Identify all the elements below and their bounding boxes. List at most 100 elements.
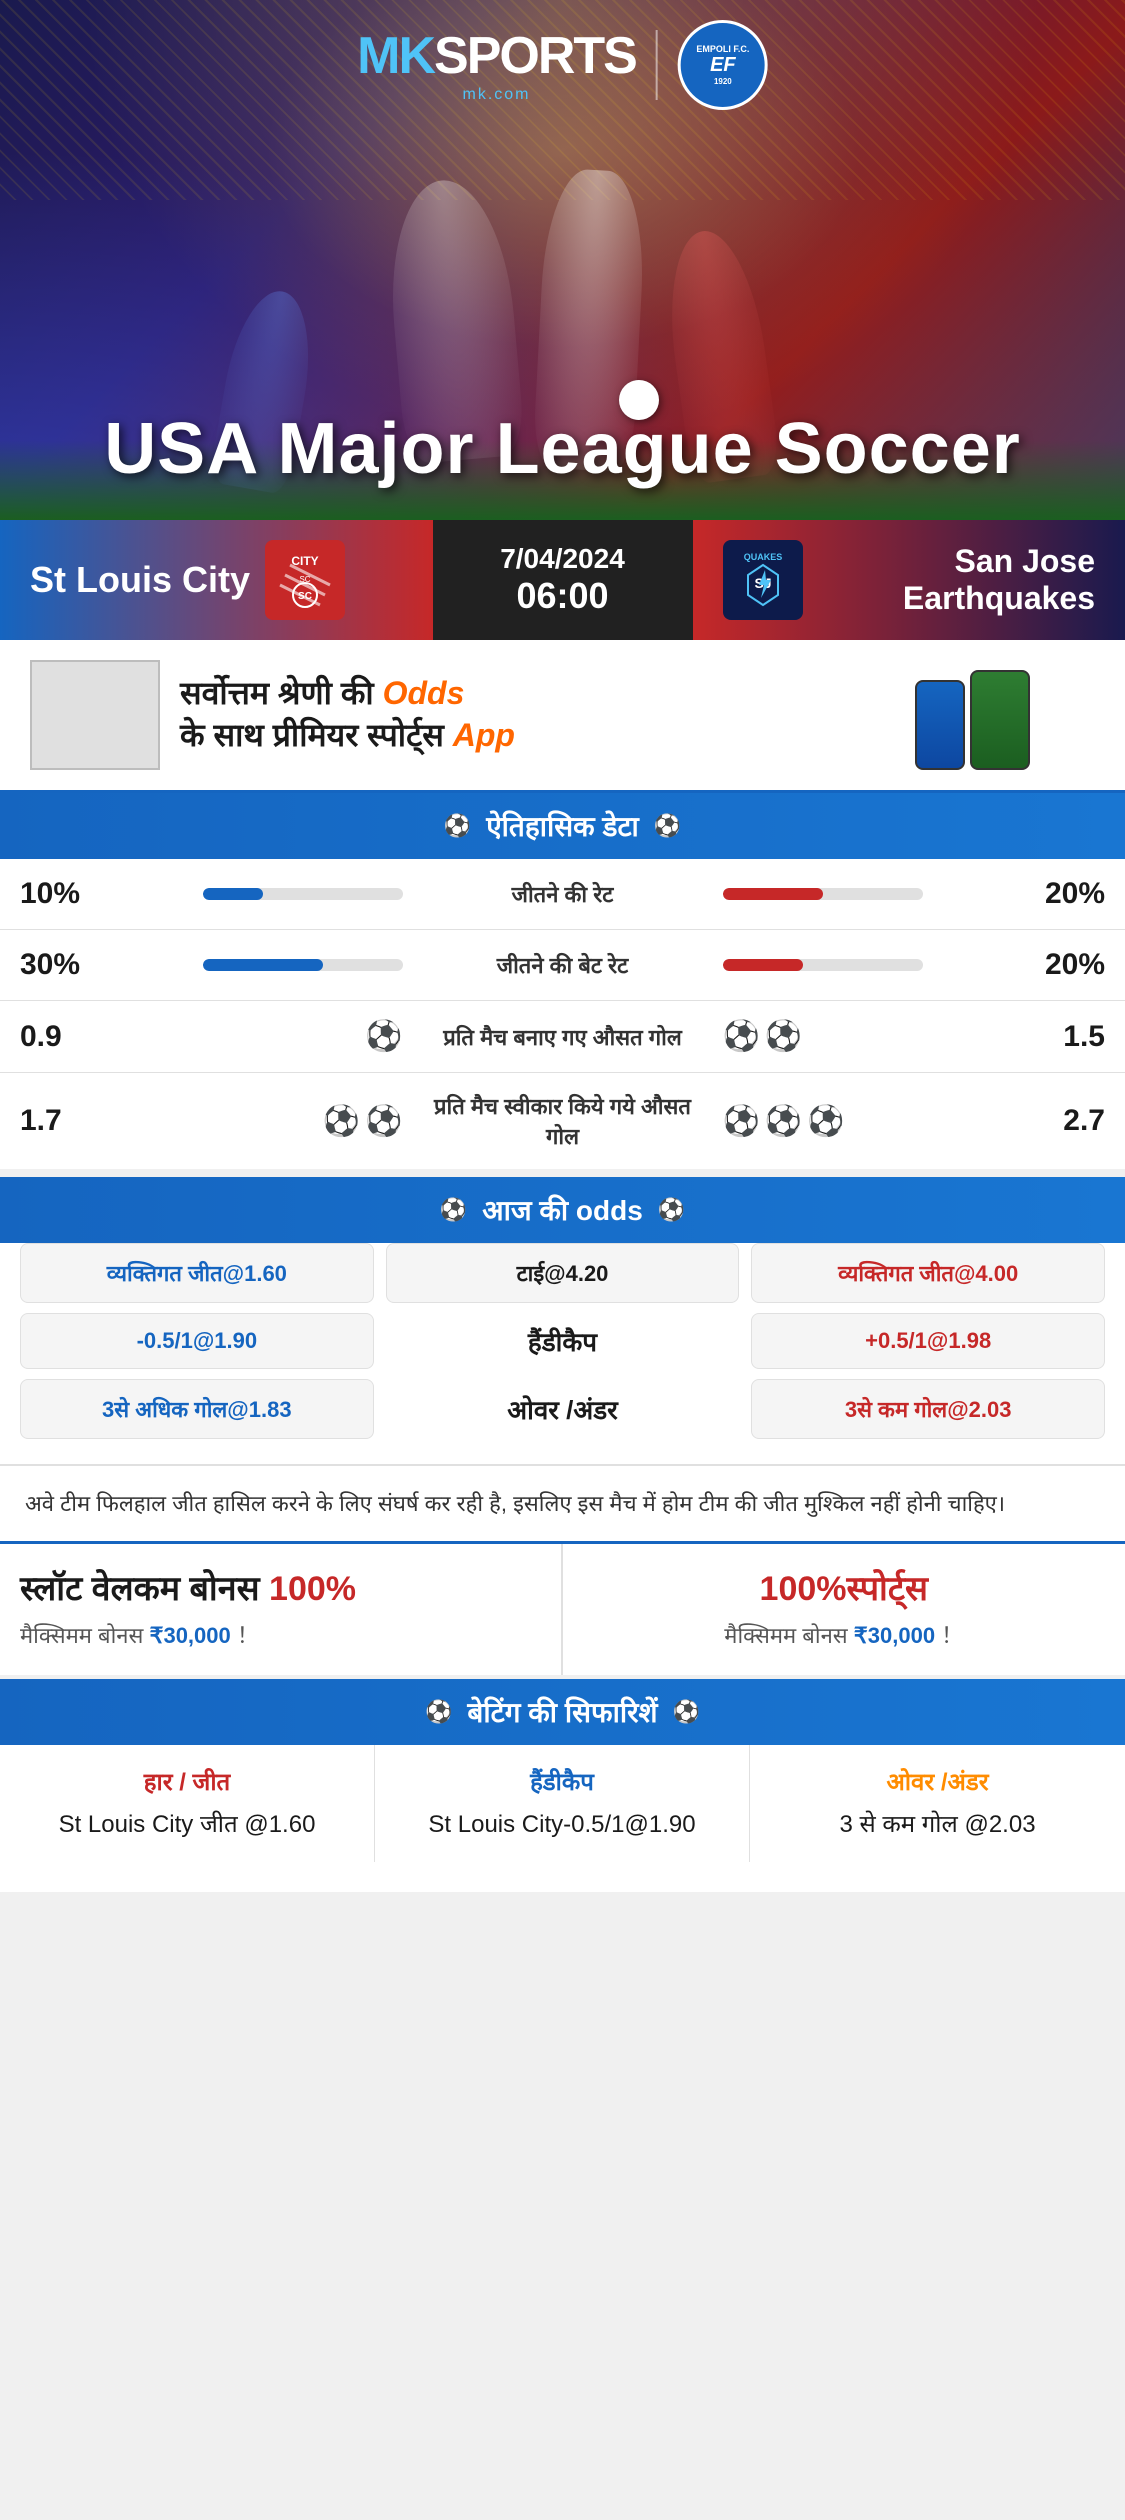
bar-fill-right-1	[723, 888, 823, 900]
match-header: St Louis City CITY SC SC 7/04/2024 06:00	[0, 520, 1125, 640]
tie-odds[interactable]: टाई@4.20	[386, 1243, 740, 1303]
stat-left-win-rate: 10%	[20, 877, 100, 911]
home-win-odds[interactable]: व्यक्तिगत जीत@1.60	[20, 1243, 374, 1303]
overunder-label-center: ओवर /अंडर	[386, 1391, 740, 1427]
odds-section-header: ⚽ आज की odds ⚽	[0, 1177, 1125, 1243]
bar-track-right-2	[723, 959, 923, 971]
league-title: USA Major League Soccer	[0, 408, 1125, 490]
bar-left-bet-rate	[100, 959, 423, 971]
goal-ball-home-2a: ⚽	[323, 1104, 360, 1139]
rec-type-win: हार / जीत	[15, 1765, 359, 1798]
odds-section: व्यक्तिगत जीत@1.60 टाई@4.20 व्यक्तिगत जी…	[0, 1243, 1125, 1464]
stat-label-4: प्रति मैच स्वीकार किये गये औसत गोल	[423, 1091, 703, 1151]
away-win-odds[interactable]: व्यक्तिगत जीत@4.00	[751, 1243, 1105, 1303]
stat-label-3: प्रति मैच बनाए गए औसत गोल	[423, 1022, 703, 1052]
stat-row-bet-rate: 30% जीतने की बेट रेट 20%	[0, 930, 1125, 1001]
svg-text:CITY: CITY	[291, 554, 318, 568]
hero-banner: MKSPORTS mk.com EMPOLI F.C. EF 1920 USA …	[0, 0, 1125, 520]
overunder-row: 3से अधिक गोल@1.83 ओवर /अंडर 3से कम गोल@2…	[0, 1379, 1125, 1449]
stat-row-goals-conceded: 1.7 ⚽ ⚽ प्रति मैच स्वीकार किये गये औसत ग…	[0, 1073, 1125, 1169]
soccer-icon-rec-right: ⚽	[673, 1699, 700, 1725]
handicap-home[interactable]: -0.5/1@1.90	[20, 1313, 374, 1369]
rec-value-handicap: St Louis City-0.5/1@1.90	[390, 1808, 734, 1842]
mk-text: MKSPORTS	[357, 26, 636, 86]
goal-icons-away-1: ⚽ ⚽	[723, 1019, 803, 1054]
stat-left-bet-rate: 30%	[20, 948, 100, 982]
soccer-icon-odds-right: ⚽	[658, 1197, 685, 1223]
phone-mock-2	[970, 670, 1030, 770]
match-date: 7/04/2024	[500, 543, 625, 575]
rec-title: बेटिंग की सिफारिशें	[467, 1693, 657, 1731]
ad-image-placeholder	[30, 660, 160, 770]
rec-section-header: ⚽ बेटिंग की सिफारिशें ⚽	[0, 1679, 1125, 1745]
home-team-logo: CITY SC SC	[265, 540, 345, 620]
stat-row-goals-scored: 0.9 ⚽ प्रति मैच बनाए गए औसत गोल ⚽ ⚽ 1.5	[0, 1001, 1125, 1073]
bar-fill-left-2	[203, 959, 323, 971]
phone-mock-1	[915, 680, 965, 770]
soccer-icon-right: ⚽	[654, 813, 681, 839]
handicap-away[interactable]: +0.5/1@1.98	[751, 1313, 1105, 1369]
svg-text:SC: SC	[298, 591, 312, 602]
rec-value-win: St Louis City जीत @1.60	[15, 1808, 359, 1842]
handicap-row: -0.5/1@1.90 हैंडीकैप +0.5/1@1.98	[0, 1313, 1125, 1379]
odds-title: आज की odds	[482, 1191, 643, 1229]
soccer-icon-rec-left: ⚽	[425, 1699, 452, 1725]
ad-banner[interactable]: सर्वोत्तम श्रेणी की Odds के साथ प्रीमियर…	[0, 640, 1125, 793]
brand-logo-area: MKSPORTS mk.com EMPOLI F.C. EF 1920	[357, 20, 768, 110]
bar-right-win-rate	[703, 888, 1026, 900]
goal-icons-right-2: ⚽ ⚽ ⚽	[703, 1104, 1026, 1139]
handicap-label-center: हैंडीकैप	[386, 1323, 740, 1359]
away-team-name: San Jose Earthquakes	[818, 543, 1096, 617]
soccer-icon-left: ⚽	[444, 813, 471, 839]
rec-type-handicap: हैंडीकैप	[390, 1765, 734, 1798]
stat-right-win-rate: 20%	[1025, 877, 1105, 911]
bonus-section[interactable]: स्लॉट वेलकम बोनस 100% मैक्सिमम बोनस ₹30,…	[0, 1541, 1125, 1675]
match-time: 06:00	[516, 575, 608, 617]
goal-icons-left-2: ⚽ ⚽	[100, 1104, 423, 1139]
mk-sports-logo: MKSPORTS mk.com	[357, 26, 636, 104]
goal-icons-right-1: ⚽ ⚽	[703, 1019, 1026, 1054]
rec-grid: हार / जीत St Louis City जीत @1.60 हैंडीक…	[0, 1745, 1125, 1862]
empoli-badge: EMPOLI F.C. EF 1920	[678, 20, 768, 110]
rec-section: हार / जीत St Louis City जीत @1.60 हैंडीक…	[0, 1745, 1125, 1892]
bonus-left[interactable]: स्लॉट वेलकम बोनस 100% मैक्सिमम बोनस ₹30,…	[0, 1544, 563, 1675]
goal-icons-home-1: ⚽	[365, 1019, 402, 1054]
goal-ball-1: ⚽	[365, 1019, 402, 1054]
bar-track-left-1	[203, 888, 403, 900]
over-home[interactable]: 3से अधिक गोल@1.83	[20, 1379, 374, 1439]
stat-label-1: जीतने की रेट	[423, 879, 703, 909]
app-mockup	[915, 660, 1095, 770]
goal-icons-away-2: ⚽ ⚽ ⚽	[723, 1104, 845, 1139]
svg-text:QUAKES: QUAKES	[743, 552, 782, 562]
stat-label-2: जीतने की बेट रेट	[423, 950, 703, 980]
goal-ball-away-2b: ⚽	[765, 1104, 802, 1139]
historical-section-header: ⚽ ऐतिहासिक डेटा ⚽	[0, 793, 1125, 859]
goal-ball-away-2a: ⚽	[723, 1104, 760, 1139]
under-away[interactable]: 3से कम गोल@2.03	[751, 1379, 1105, 1439]
bar-fill-left-1	[203, 888, 263, 900]
stat-right-goals-conceded: 2.7	[1025, 1104, 1105, 1138]
bonus-right-sub: मैक्सिमम बोनस ₹30,000 ！	[583, 1618, 1106, 1650]
bonus-left-sub: मैक्सिमम बोनस ₹30,000 ！	[20, 1618, 541, 1650]
bonus-right[interactable]: 100%स्पोर्ट्स मैक्सिमम बोनस ₹30,000 ！	[563, 1544, 1125, 1675]
historical-title: ऐतिहासिक डेटा	[486, 807, 639, 845]
bar-right-bet-rate	[703, 959, 1026, 971]
goal-icons-home-2: ⚽ ⚽	[323, 1104, 403, 1139]
away-team-section: QUAKES SJ San Jose Earthquakes	[693, 520, 1125, 640]
bar-track-left-2	[203, 959, 403, 971]
win-odds-row: व्यक्तिगत जीत@1.60 टाई@4.20 व्यक्तिगत जी…	[0, 1243, 1125, 1313]
rec-item-win: हार / जीत St Louis City जीत @1.60	[0, 1745, 375, 1862]
stat-right-bet-rate: 20%	[1025, 948, 1105, 982]
goal-icons-left-1: ⚽	[100, 1019, 423, 1054]
goal-ball-away-2: ⚽	[765, 1019, 802, 1054]
bar-track-right-1	[723, 888, 923, 900]
bar-fill-right-2	[723, 959, 803, 971]
rec-value-ou: 3 से कम गोल @2.03	[765, 1808, 1110, 1842]
soccer-icon-odds-left: ⚽	[440, 1197, 467, 1223]
stat-left-goals-conceded: 1.7	[20, 1104, 100, 1138]
bonus-right-title: 100%स्पोर्ट्स	[583, 1569, 1106, 1610]
rec-item-handicap: हैंडीकैप St Louis City-0.5/1@1.90	[375, 1745, 750, 1862]
logo-divider	[656, 30, 658, 100]
away-team-logo: QUAKES SJ	[723, 540, 803, 620]
note-content: अवे टीम फिलहाल जीत हासिल करने के लिए संघ…	[25, 1491, 1005, 1516]
